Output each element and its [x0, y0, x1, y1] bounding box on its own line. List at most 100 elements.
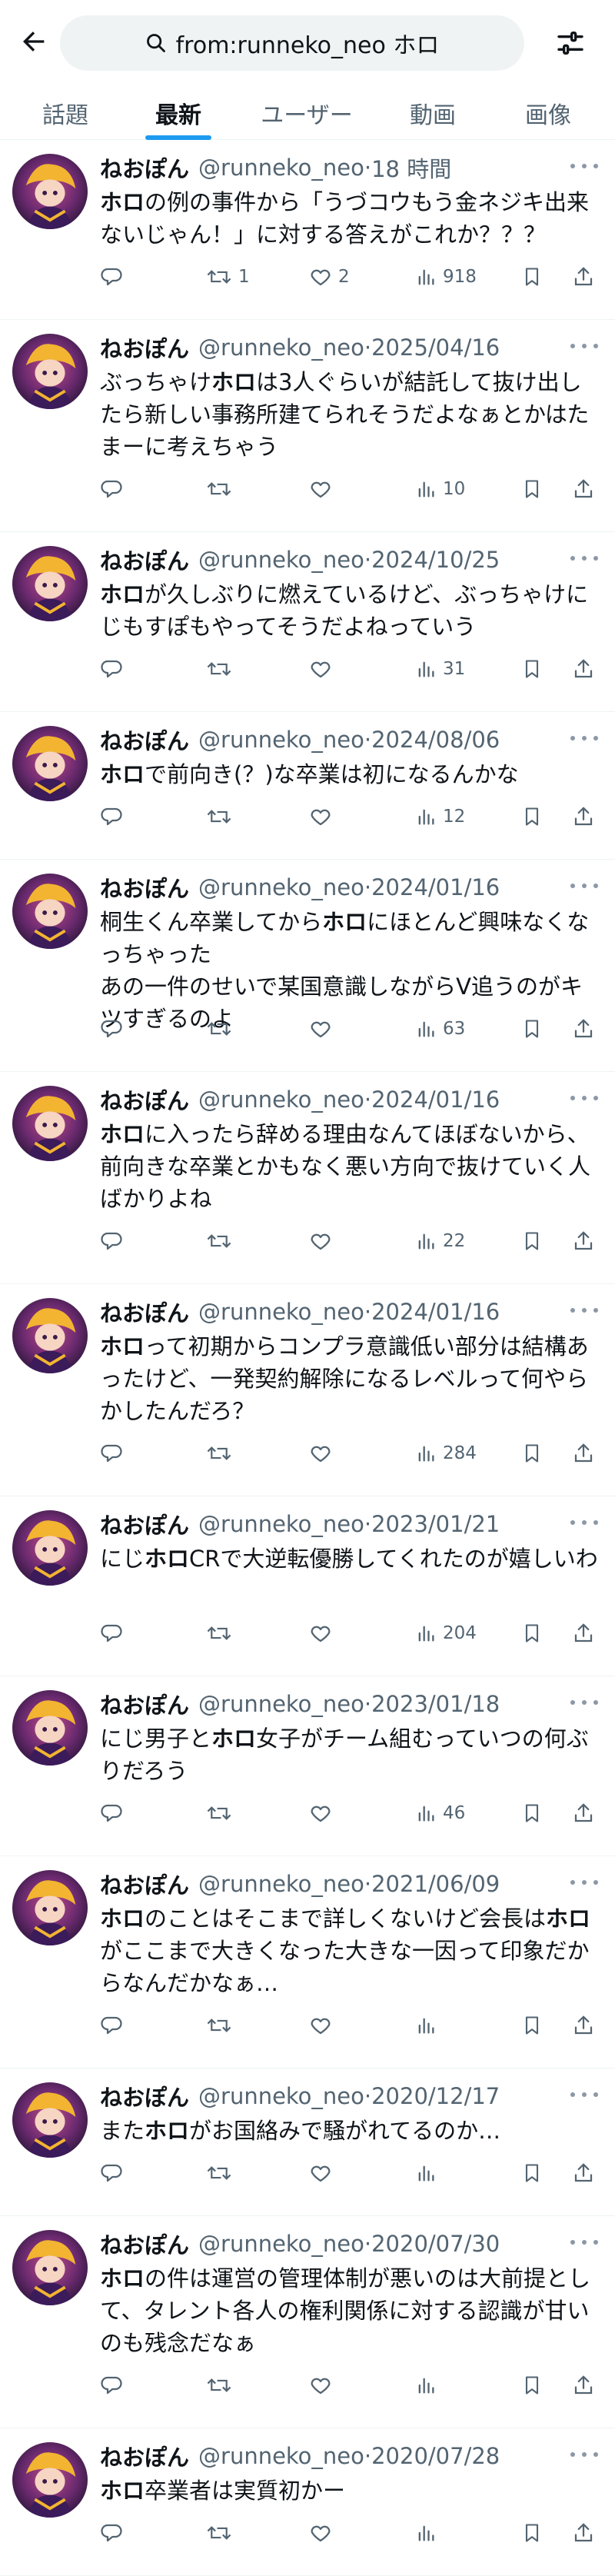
share-button[interactable]: [572, 2516, 595, 2550]
retweet-button[interactable]: [206, 1224, 238, 1258]
like-button[interactable]: [309, 1224, 338, 1258]
like-button[interactable]: [309, 1616, 338, 1650]
tab-latest[interactable]: 最新: [145, 86, 211, 140]
reply-button[interactable]: [100, 2156, 129, 2190]
bookmark-button[interactable]: [521, 800, 543, 834]
more-options-icon[interactable]: [570, 2085, 598, 2104]
views-button[interactable]: 10: [415, 472, 465, 506]
tab-videos[interactable]: 動画: [400, 86, 466, 140]
tweet[interactable]: ねおぽん @runneko_neo · 2020/07/30 ホロの件は運営の管…: [0, 2216, 615, 2428]
display-name[interactable]: ねおぽん: [100, 1508, 189, 1540]
avatar[interactable]: [12, 726, 88, 801]
like-button[interactable]: [309, 1012, 338, 1046]
views-button[interactable]: 46: [415, 1796, 465, 1830]
share-button[interactable]: [572, 472, 595, 506]
like-button[interactable]: [309, 2009, 338, 2042]
tweet[interactable]: ねおぽん @runneko_neo · 2021/06/09 ホロのことはそこま…: [0, 1856, 615, 2068]
bookmark-button[interactable]: [521, 2156, 543, 2190]
tweet[interactable]: ねおぽん @runneko_neo · 2024/08/06 ホロで前向き(？)…: [0, 712, 615, 860]
tab-images[interactable]: 画像: [515, 86, 581, 140]
timestamp[interactable]: 2024/08/06: [371, 727, 500, 753]
user-handle[interactable]: @runneko_neo: [198, 727, 364, 753]
retweet-button[interactable]: [206, 2156, 238, 2190]
display-name[interactable]: ねおぽん: [100, 331, 189, 364]
like-button[interactable]: [309, 652, 338, 686]
retweet-button[interactable]: [206, 1616, 238, 1650]
reply-button[interactable]: [100, 260, 129, 294]
bookmark-button[interactable]: [521, 1012, 543, 1046]
bookmark-button[interactable]: [521, 652, 543, 686]
share-button[interactable]: [572, 800, 595, 834]
tweet[interactable]: ねおぽん @runneko_neo · 2020/07/28 ホロ卒業者は実質初…: [0, 2428, 615, 2576]
bookmark-button[interactable]: [521, 260, 543, 294]
timestamp[interactable]: 18 時間: [371, 151, 451, 184]
views-button[interactable]: 22: [415, 1224, 465, 1258]
retweet-button[interactable]: [206, 1436, 238, 1470]
views-button[interactable]: 284: [415, 1436, 477, 1470]
share-button[interactable]: [572, 1796, 595, 1830]
tweet[interactable]: ねおぽん @runneko_neo · 18 時間 ホロの例の事件から「うづコウ…: [0, 140, 615, 320]
display-name[interactable]: ねおぽん: [100, 151, 189, 184]
timestamp[interactable]: 2021/06/09: [371, 1871, 500, 1897]
more-options-icon[interactable]: [570, 2233, 598, 2252]
retweet-button[interactable]: [206, 2516, 238, 2550]
share-button[interactable]: [572, 1436, 595, 1470]
views-button[interactable]: 12: [415, 800, 465, 834]
user-handle[interactable]: @runneko_neo: [198, 2443, 364, 2469]
like-button[interactable]: [309, 472, 338, 506]
retweet-button[interactable]: [206, 652, 238, 686]
timestamp[interactable]: 2024/01/16: [371, 874, 500, 900]
display-name[interactable]: ねおぽん: [100, 2080, 189, 2112]
timestamp[interactable]: 2024/01/16: [371, 1299, 500, 1325]
like-button[interactable]: [309, 2368, 338, 2402]
user-handle[interactable]: @runneko_neo: [198, 155, 364, 181]
more-options-icon[interactable]: [570, 549, 598, 567]
reply-button[interactable]: [100, 1616, 129, 1650]
reply-button[interactable]: [100, 652, 129, 686]
reply-button[interactable]: [100, 800, 129, 834]
reply-button[interactable]: [100, 2368, 129, 2402]
filter-button[interactable]: [549, 22, 592, 65]
tweet[interactable]: ねおぽん @runneko_neo · 2023/01/18 にじ男子とホロ女子…: [0, 1676, 615, 1856]
display-name[interactable]: ねおぽん: [100, 1296, 189, 1328]
display-name[interactable]: ねおぽん: [100, 2228, 189, 2260]
share-button[interactable]: [572, 260, 595, 294]
user-handle[interactable]: @runneko_neo: [198, 2083, 364, 2109]
tweet[interactable]: ねおぽん @runneko_neo · 2024/10/25 ホロが久しぶりに燃…: [0, 532, 615, 712]
timestamp[interactable]: 2020/07/30: [371, 2231, 500, 2257]
user-handle[interactable]: @runneko_neo: [198, 1871, 364, 1897]
avatar[interactable]: [12, 1510, 88, 1586]
bookmark-button[interactable]: [521, 1436, 543, 1470]
like-button[interactable]: [309, 2156, 338, 2190]
more-options-icon[interactable]: [570, 1513, 598, 1532]
tweet[interactable]: ねおぽん @runneko_neo · 2020/12/17 またホロがお国絡み…: [0, 2068, 615, 2216]
timestamp[interactable]: 2023/01/18: [371, 1691, 500, 1717]
share-button[interactable]: [572, 1012, 595, 1046]
retweet-button[interactable]: [206, 800, 238, 834]
avatar[interactable]: [12, 2230, 88, 2305]
more-options-icon[interactable]: [570, 1089, 598, 1107]
more-options-icon[interactable]: [570, 1301, 598, 1320]
like-button[interactable]: [309, 1436, 338, 1470]
timestamp[interactable]: 2020/12/17: [371, 2083, 500, 2109]
avatar[interactable]: [12, 1690, 88, 1766]
display-name[interactable]: ねおぽん: [100, 544, 189, 576]
more-options-icon[interactable]: [570, 877, 598, 895]
more-options-icon[interactable]: [570, 157, 598, 175]
timestamp[interactable]: 2025/04/16: [371, 334, 500, 361]
timestamp[interactable]: 2024/10/25: [371, 547, 500, 573]
retweet-button[interactable]: [206, 1796, 238, 1830]
display-name[interactable]: ねおぽん: [100, 871, 189, 904]
retweet-button[interactable]: [206, 2368, 238, 2402]
retweet-button[interactable]: 1: [206, 260, 250, 294]
user-handle[interactable]: @runneko_neo: [198, 1511, 364, 1537]
more-options-icon[interactable]: [570, 337, 598, 355]
views-button[interactable]: [415, 2009, 443, 2042]
avatar[interactable]: [12, 1870, 88, 1945]
avatar[interactable]: [12, 1086, 88, 1161]
timestamp[interactable]: 2023/01/21: [371, 1511, 500, 1537]
more-options-icon[interactable]: [570, 1873, 598, 1892]
reply-button[interactable]: [100, 472, 129, 506]
bookmark-button[interactable]: [521, 2009, 543, 2042]
reply-button[interactable]: [100, 1224, 129, 1258]
